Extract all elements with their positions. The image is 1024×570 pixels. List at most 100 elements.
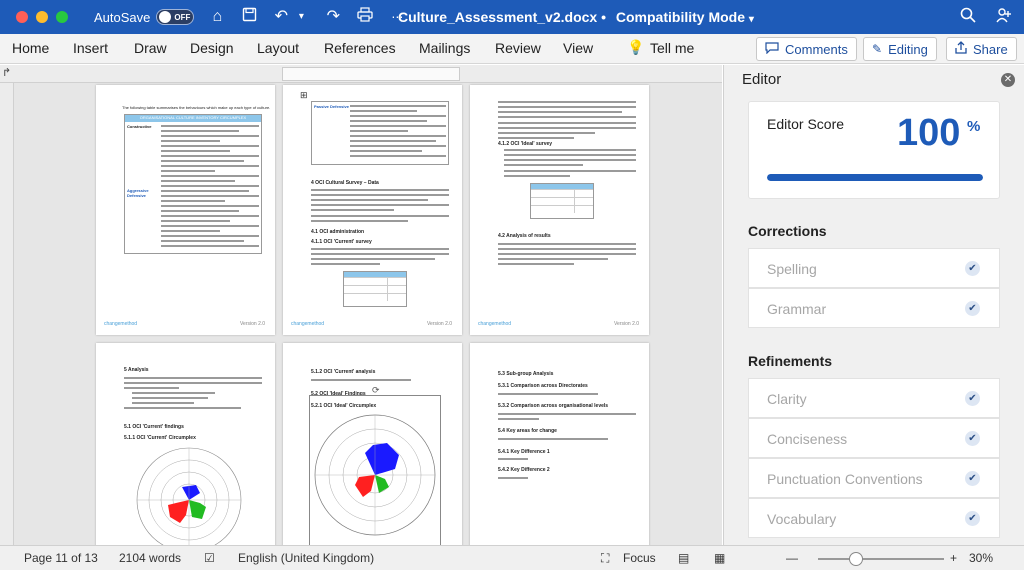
refinement-item-punctuation[interactable]: Punctuation Conventions ✔ [748,458,1000,498]
autosave-toggle[interactable]: OFF [156,9,195,25]
culture-table: ORGANISATIONAL CULTURE INVENTORY CIRCUMP… [124,114,262,254]
paragraph [498,393,598,398]
tab-design[interactable]: Design [190,40,234,56]
title-bar-right-tools [960,7,1012,28]
table-cell: Passive Defensive [314,104,349,109]
tab-layout[interactable]: Layout [257,40,299,56]
title-separator: • [601,9,606,25]
page-thumbnail[interactable]: 5 Analysis 5.1 OCI 'Current' findings 5.… [96,343,275,545]
language[interactable]: English (United Kingdom) [238,551,374,565]
undo-icon[interactable]: ↶ [272,8,290,26]
footer-logo: changemethod [478,321,512,327]
row-label: Aggressive Defensive [127,188,149,198]
item-label: Spelling [767,261,817,277]
editor-title: Editor [742,71,782,88]
page-thumbnail[interactable]: ⊞ Passive Defensive 4 OCI Cultural Surve… [283,85,462,335]
section-heading: 5.3 Sub-group Analysis [498,371,554,377]
word-count[interactable]: 2104 words [119,551,181,565]
page-thumbnail[interactable]: 5.1.2 OCI 'Current' analysis 5.2 OCI 'Id… [283,343,462,545]
editing-mode-button[interactable]: ✎ Editing [863,37,937,61]
chevron-down-icon[interactable]: ▾ [292,8,310,26]
document-name: Culture_Assessment_v2.docx [398,9,598,25]
minimize-window-button[interactable] [36,11,48,23]
print-icon[interactable] [356,7,374,27]
tab-view[interactable]: View [563,40,593,56]
search-icon[interactable] [960,7,976,28]
autosave-label: AutoSave [94,9,151,25]
page-thumbnail[interactable]: The following table summarises the behav… [96,85,275,335]
tab-home[interactable]: Home [12,40,49,56]
editing-label: Editing [888,41,928,57]
page-text: The following table summarises the behav… [122,105,271,110]
editor-score-progress [767,174,983,181]
tab-selector-icon[interactable]: ↱ [2,66,11,79]
zoom-slider[interactable] [818,552,944,566]
subsection-heading: 5.3.2 Comparison across organisational l… [498,403,609,409]
item-label: Conciseness [767,431,848,447]
zoom-level[interactable]: 30% [969,551,993,565]
paragraph [498,243,636,268]
item-label: Grammar [767,301,827,317]
chevron-down-icon[interactable]: ▾ [749,14,754,25]
close-icon[interactable]: ✕ [1001,73,1015,87]
tab-review[interactable]: Review [495,40,541,56]
print-layout-icon[interactable]: ▤ [678,551,689,565]
page-thumbnail[interactable]: 5.3 Sub-group Analysis 5.3.1 Comparison … [470,343,649,545]
save-icon[interactable] [240,7,258,27]
results-table [343,271,407,307]
subsection-heading: 5.3.1 Comparison across Directorates [498,383,588,389]
comments-button[interactable]: Comments [756,37,857,61]
tab-draw[interactable]: Draw [134,40,167,56]
share-label: Share [973,41,1008,57]
proofing-icon[interactable]: ☑ [204,551,215,565]
refinements-heading: Refinements [748,353,833,369]
home-icon[interactable]: ⌂ [208,8,226,26]
tab-insert[interactable]: Insert [73,40,108,56]
share-person-icon[interactable] [996,7,1012,28]
refinement-item-clarity[interactable]: Clarity ✔ [748,378,1000,418]
document-title: Culture_Assessment_v2.docx • Compatibili… [398,9,754,25]
checkmark-icon: ✔ [965,391,980,406]
vertical-ruler[interactable] [0,83,14,545]
subsection-heading: 5.4.1 Key Difference 1 [498,449,550,455]
focus-mode-button[interactable]: Focus [623,551,656,565]
document-canvas[interactable]: ↱ The following table summarises the beh… [0,65,722,545]
page-count[interactable]: Page 11 of 13 [24,551,98,565]
checkmark-icon: ✔ [965,301,980,316]
checkmark-icon: ✔ [965,511,980,526]
tab-references[interactable]: References [324,40,396,56]
horizontal-ruler[interactable]: ↱ [0,65,722,83]
lightbulb-icon: 💡 [627,39,645,55]
refinement-item-vocabulary[interactable]: Vocabulary ✔ [748,498,1000,538]
subsection-heading: 4.1.1 OCI 'Current' survey [311,239,372,245]
redo-icon[interactable]: ↷ [324,8,342,26]
tell-me-search[interactable]: Tell me [650,40,694,56]
correction-item-grammar[interactable]: Grammar ✔ [748,288,1000,328]
title-bar: AutoSave OFF ⌂ ↶ ▾ ↷ ⋯ Culture_Assessmen… [0,0,1024,34]
autosave-state: OFF [174,12,191,22]
table-move-handle-icon[interactable]: ⊞ [300,90,308,101]
tab-mailings[interactable]: Mailings [419,40,470,56]
refinement-item-conciseness[interactable]: Conciseness ✔ [748,418,1000,458]
maximize-window-button[interactable] [56,11,68,23]
autosave-control: AutoSave OFF [94,9,195,25]
zoom-in-icon[interactable]: + [950,551,957,565]
web-layout-icon[interactable]: ▦ [714,551,725,565]
close-window-button[interactable] [16,11,28,23]
paragraph [498,101,636,142]
share-button[interactable]: Share [946,37,1017,61]
footer-logo: changemethod [104,321,138,327]
ribbon-tabs: Home Insert Draw Design Layout Reference… [0,34,1024,64]
focus-icon[interactable]: ⛶ [601,551,609,566]
editor-score-label: Editor Score [767,116,845,132]
page-thumbnail[interactable]: 4.1.2 OCI 'Ideal' survey 4.2 Analysis of… [470,85,649,335]
toggle-knob [159,11,172,23]
correction-item-spelling[interactable]: Spelling ✔ [748,248,1000,288]
paragraph [498,458,528,463]
zoom-slider-thumb[interactable] [848,552,863,566]
paragraph [124,377,262,412]
paragraph [311,189,449,225]
editor-score-card[interactable]: Editor Score 100 % [748,101,1000,199]
checkmark-icon: ✔ [965,471,980,486]
zoom-out-icon[interactable]: — [786,551,798,565]
